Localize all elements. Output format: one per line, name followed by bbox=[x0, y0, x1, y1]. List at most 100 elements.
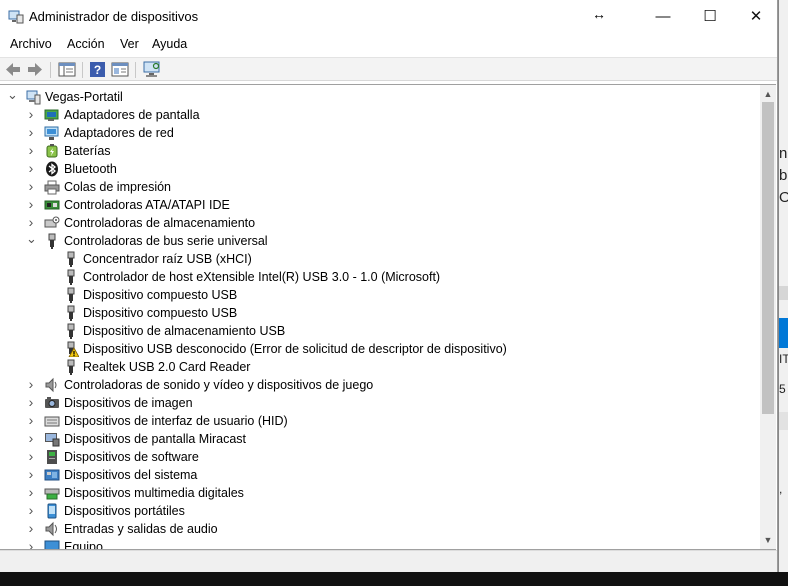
tree-category-network-adapters[interactable]: › Adaptadores de red bbox=[0, 124, 760, 142]
tree-category-ata-atapi-controllers[interactable]: › Controladoras ATA/ATAPI IDE bbox=[0, 196, 760, 214]
tree-category-imaging-devices[interactable]: › Dispositivos de imagen bbox=[0, 394, 760, 412]
back-arrow-icon[interactable] bbox=[4, 61, 22, 78]
properties-icon[interactable] bbox=[111, 61, 129, 78]
tree-category-sound-video-game-controllers[interactable]: › Controladoras de sonido y vídeo y dispo… bbox=[0, 376, 760, 394]
tree-device-usb[interactable]: Controlador de host eXtensible Intel(R) … bbox=[0, 268, 760, 286]
chevron-right-icon[interactable]: › bbox=[26, 521, 36, 535]
chevron-down-icon[interactable]: ⌄ bbox=[7, 88, 18, 102]
tree-category-digital-media-devices[interactable]: › Dispositivos multimedia digitales bbox=[0, 484, 760, 502]
usb-warning-icon bbox=[67, 341, 79, 357]
tree-root-computer[interactable]: ⌄ Vegas-Portatil bbox=[0, 88, 760, 106]
tree-category-software-devices[interactable]: › Dispositivos de software bbox=[0, 448, 760, 466]
tree-device-usb-unknown-error[interactable]: Dispositivo USB desconocido (Error de so… bbox=[0, 340, 760, 358]
software-device-icon bbox=[47, 450, 57, 464]
tree-item-label: Bluetooth bbox=[64, 162, 117, 176]
tree-category-audio-inputs-outputs[interactable]: › Entradas y salidas de audio bbox=[0, 520, 760, 538]
tree-category-batteries[interactable]: › Baterías bbox=[0, 142, 760, 160]
vertical-scrollbar[interactable]: ▲ ▼ bbox=[760, 85, 776, 549]
background-text: 5 bbox=[779, 382, 786, 396]
tree-item-label: Dispositivos del sistema bbox=[64, 468, 198, 482]
chevron-down-icon[interactable]: ⌄ bbox=[26, 232, 37, 246]
tree-item-label: Controladoras ATA/ATAPI IDE bbox=[64, 198, 230, 212]
scan-hardware-monitor-icon[interactable] bbox=[143, 61, 161, 78]
tree-item-label: Baterías bbox=[64, 144, 111, 158]
usb-connector-icon bbox=[67, 359, 75, 375]
usb-connector-icon bbox=[67, 305, 75, 321]
tree-item-label: Controlador de host eXtensible Intel(R) … bbox=[83, 270, 441, 284]
tree-category-system-devices[interactable]: › Dispositivos del sistema bbox=[0, 466, 760, 484]
title-bar[interactable]: Administrador de dispositivos ↔ — ☐ ✕ bbox=[0, 0, 777, 34]
usb-connector-icon bbox=[67, 287, 75, 303]
chevron-right-icon[interactable]: › bbox=[26, 539, 36, 549]
scrollbar-thumb[interactable] bbox=[762, 102, 774, 414]
close-button[interactable]: ✕ bbox=[733, 0, 777, 32]
tree-device-usb[interactable]: Realtek USB 2.0 Card Reader bbox=[0, 358, 760, 376]
tree-category-miracast-displays[interactable]: › Dispositivos de pantalla Miracast bbox=[0, 430, 760, 448]
tree-category-print-queues[interactable]: › Colas de impresión bbox=[0, 178, 760, 196]
forward-arrow-icon[interactable] bbox=[26, 61, 44, 78]
show-hide-console-tree-icon[interactable] bbox=[58, 61, 76, 78]
chevron-right-icon[interactable]: › bbox=[26, 449, 36, 463]
tree-category-hid-devices[interactable]: › Dispositivos de interfaz de usuario (HI… bbox=[0, 412, 760, 430]
tree-device-usb[interactable]: Dispositivo compuesto USB bbox=[0, 304, 760, 322]
window-title: Administrador de dispositivos bbox=[29, 9, 199, 24]
tree-category-storage-controllers[interactable]: › Controladoras de almacenamiento bbox=[0, 214, 760, 232]
tree-device-usb[interactable]: Dispositivo de almacenamiento USB bbox=[0, 322, 760, 340]
camera-icon bbox=[45, 397, 59, 408]
scroll-up-icon[interactable]: ▲ bbox=[763, 89, 773, 99]
maximize-icon: ☐ bbox=[703, 8, 717, 25]
background-band bbox=[779, 286, 788, 300]
chevron-right-icon[interactable]: › bbox=[26, 431, 36, 445]
resize-cursor-icon: ↔ bbox=[592, 6, 606, 22]
tree-item-label: Adaptadores de red bbox=[64, 126, 174, 140]
menu-ver[interactable]: Ver bbox=[120, 37, 139, 51]
computer-icon bbox=[44, 540, 60, 549]
usb-connector-icon bbox=[67, 269, 75, 285]
menu-ayuda[interactable]: Ayuda bbox=[152, 37, 187, 51]
chevron-right-icon[interactable]: › bbox=[26, 215, 36, 229]
tree-device-usb[interactable]: Concentrador raíz USB (xHCI) bbox=[0, 250, 760, 268]
toolbar-separator bbox=[135, 62, 136, 78]
tree-device-usb[interactable]: Dispositivo compuesto USB bbox=[0, 286, 760, 304]
background-selection bbox=[779, 318, 788, 348]
device-tree: ⌄ Vegas-Portatil › Adaptadores de pantalla ›… bbox=[0, 84, 776, 550]
help-icon[interactable]: ? bbox=[89, 61, 107, 78]
chevron-right-icon[interactable]: › bbox=[26, 485, 36, 499]
scroll-down-icon[interactable]: ▼ bbox=[763, 535, 773, 545]
system-device-icon bbox=[44, 469, 60, 481]
background-band bbox=[779, 412, 788, 430]
chevron-right-icon[interactable]: › bbox=[26, 107, 36, 121]
menu-archivo[interactable]: Archivo bbox=[10, 37, 52, 51]
chevron-right-icon[interactable]: › bbox=[26, 143, 36, 157]
chevron-right-icon[interactable]: › bbox=[26, 125, 36, 139]
network-adapter-icon bbox=[44, 126, 59, 140]
tree-category-display-adapters[interactable]: › Adaptadores de pantalla bbox=[0, 106, 760, 124]
tree-item-label: Dispositivo USB desconocido (Error de so… bbox=[83, 342, 507, 356]
maximize-button[interactable]: ☐ bbox=[687, 0, 733, 32]
chevron-right-icon[interactable]: › bbox=[26, 395, 36, 409]
minimize-button[interactable]: — bbox=[640, 0, 686, 32]
tree-item-label: Dispositivos de pantalla Miracast bbox=[64, 432, 247, 446]
chevron-right-icon[interactable]: › bbox=[26, 467, 36, 481]
chevron-right-icon[interactable]: › bbox=[26, 197, 36, 211]
close-icon: ✕ bbox=[749, 8, 763, 25]
chevron-right-icon[interactable]: › bbox=[26, 161, 36, 175]
tree-category-usb-controllers[interactable]: ⌄ Controladoras de bus serie universal bbox=[0, 232, 760, 250]
chevron-right-icon[interactable]: › bbox=[26, 503, 36, 517]
toolbar-separator bbox=[50, 62, 51, 78]
chevron-right-icon[interactable]: › bbox=[26, 377, 36, 391]
tree-item-label: Dispositivos de interfaz de usuario (HID… bbox=[64, 414, 288, 428]
tree-category-bluetooth[interactable]: › Bluetooth bbox=[0, 160, 760, 178]
tree-item-label: Realtek USB 2.0 Card Reader bbox=[83, 360, 251, 374]
background-text: n bbox=[779, 145, 788, 162]
tree-item-label: Dispositivos de software bbox=[64, 450, 199, 464]
computer-icon bbox=[26, 90, 41, 105]
svg-text:?: ? bbox=[94, 63, 101, 77]
menu-accion[interactable]: Acción bbox=[67, 37, 105, 51]
tree-category-computer[interactable]: › Equipo bbox=[0, 538, 760, 549]
chevron-right-icon[interactable]: › bbox=[26, 413, 36, 427]
tree-category-portable-devices[interactable]: › Dispositivos portátiles bbox=[0, 502, 760, 520]
audio-io-icon bbox=[45, 521, 57, 537]
minimize-icon: — bbox=[655, 7, 671, 25]
chevron-right-icon[interactable]: › bbox=[26, 179, 36, 193]
